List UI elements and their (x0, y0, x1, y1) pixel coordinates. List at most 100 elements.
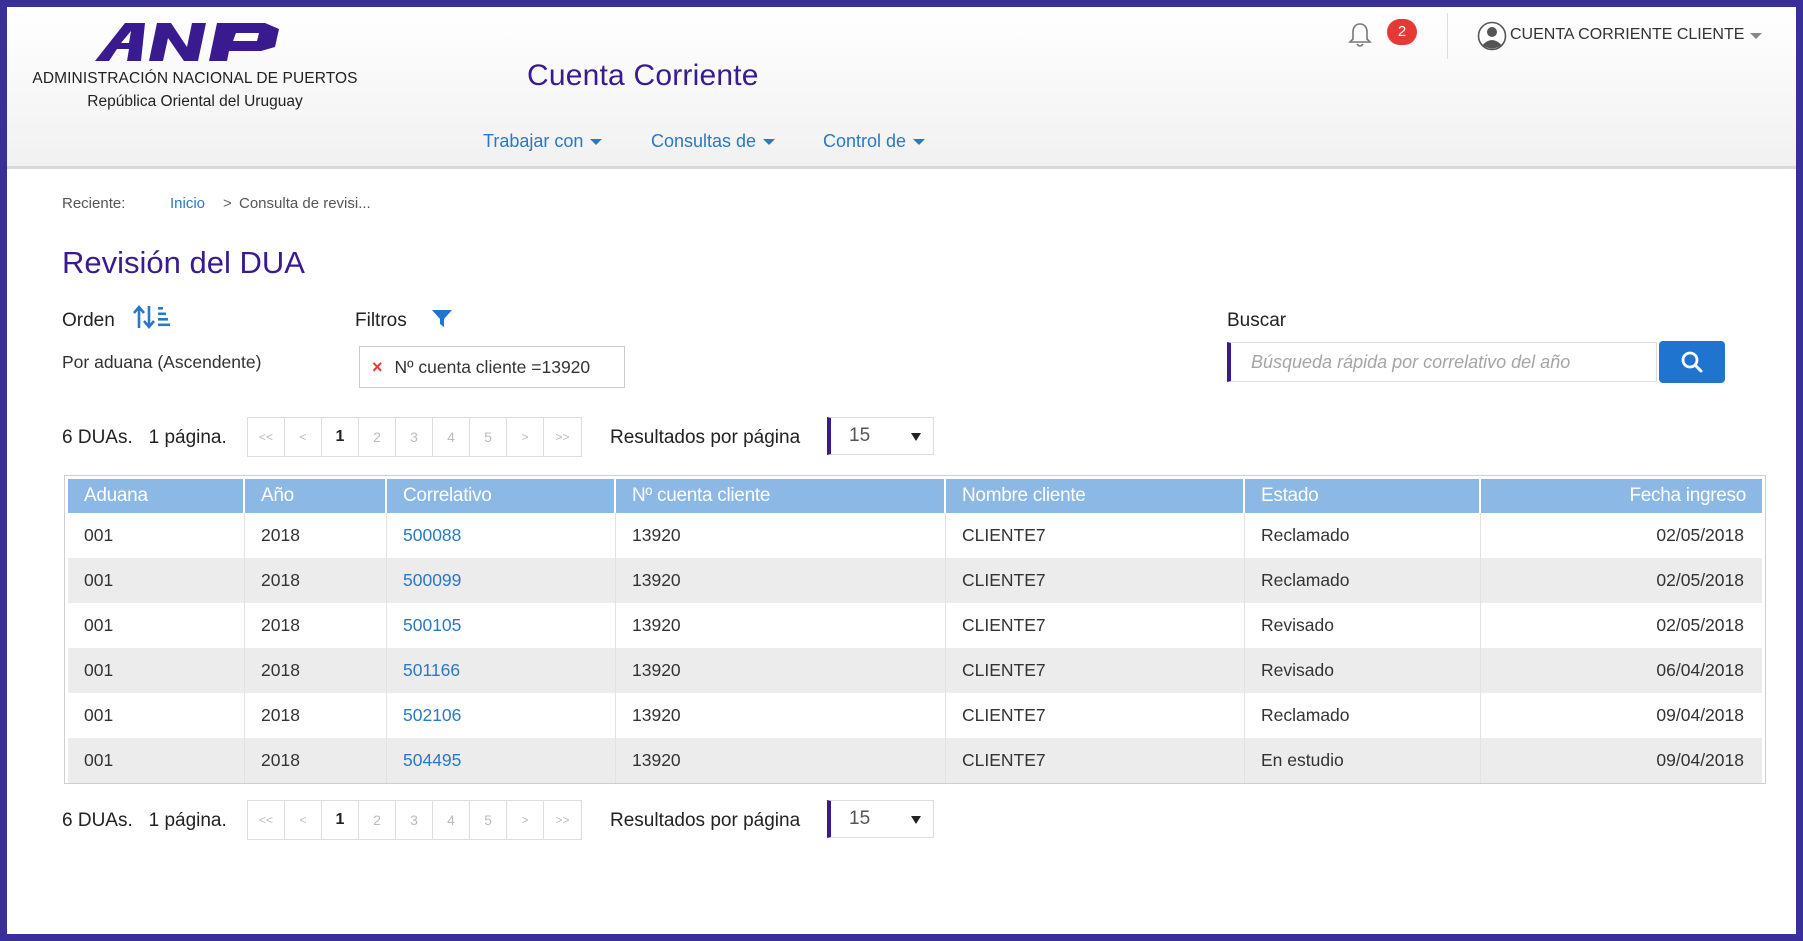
cell-nombre-cliente: CLIENTE7 (946, 693, 1245, 738)
cell-fecha-ingreso: 09/04/2018 (1656, 705, 1744, 725)
app-title: Cuenta Corriente (527, 59, 759, 92)
correlativo-link[interactable]: 500088 (403, 525, 461, 545)
col-header-nombre-cliente[interactable]: Nombre cliente (946, 479, 1245, 513)
user-menu[interactable]: CUENTA CORRIENTE CLIENTE (1510, 26, 1744, 44)
page-3-button[interactable]: 3 (396, 801, 433, 839)
nav-label: Control de (823, 131, 907, 151)
search-button[interactable] (1659, 341, 1725, 383)
cell-correlativo: 501166 (387, 648, 616, 693)
cell-aduana: 001 (68, 738, 245, 783)
caret-down-icon (911, 816, 921, 824)
page-last-button[interactable]: >> (544, 801, 581, 839)
results-pages: 1 página. (148, 810, 227, 831)
nav-consultas-de[interactable]: Consultas de (651, 131, 776, 152)
table-row: 001 2018 504495 13920 CLIENTE7 En estudi… (68, 738, 1762, 783)
correlativo-link[interactable]: 500105 (403, 615, 461, 635)
rpp-value: 15 (849, 808, 871, 829)
user-avatar-icon[interactable] (1477, 21, 1507, 51)
col-header-aduana[interactable]: Aduana (68, 479, 245, 513)
col-header-cuenta-cliente[interactable]: Nº cuenta cliente (616, 479, 946, 513)
page-next-button[interactable]: > (507, 801, 544, 839)
cell-nombre-cliente: CLIENTE7 (946, 603, 1245, 648)
cell-estado: En estudio (1245, 738, 1481, 783)
rpp-select[interactable]: 15 (827, 417, 934, 455)
correlativo-link[interactable]: 501166 (403, 660, 460, 680)
sort-order-icon[interactable] (133, 304, 171, 330)
page-5-button[interactable]: 5 (470, 801, 507, 839)
caret-down-icon (911, 433, 921, 441)
header: ADMINISTRACIÓN NACIONAL DE PUERTOS Repúb… (7, 7, 1796, 169)
cell-aduana: 001 (68, 558, 245, 603)
cell-anio: 2018 (245, 558, 387, 603)
breadcrumb-current: Consulta de revisi... (239, 195, 371, 212)
rpp-value: 15 (849, 425, 871, 446)
cell-cuenta-cliente: 13920 (616, 513, 946, 558)
page-1-button[interactable]: 1 (322, 418, 359, 456)
cell-aduana: 001 (68, 648, 245, 693)
cell-nombre-cliente: CLIENTE7 (946, 513, 1245, 558)
col-header-fecha-ingreso[interactable]: Fecha ingreso (1481, 479, 1762, 513)
cell-cuenta-cliente: 13920 (616, 603, 946, 648)
pagination-top: << < 1 2 3 4 5 > >> (247, 417, 582, 457)
table-row: 001 2018 500105 13920 CLIENTE7 Revisado … (68, 603, 1762, 648)
page-2-button[interactable]: 2 (359, 801, 396, 839)
results-count: 6 DUAs. (62, 427, 133, 448)
page-4-button[interactable]: 4 (433, 418, 470, 456)
page-1-button[interactable]: 1 (322, 801, 359, 839)
page-2-button[interactable]: 2 (359, 418, 396, 456)
notification-badge[interactable]: 2 (1387, 19, 1417, 45)
cell-correlativo: 500105 (387, 603, 616, 648)
page-3-button[interactable]: 3 (396, 418, 433, 456)
nav-control-de[interactable]: Control de (823, 131, 926, 152)
rpp-select-bottom[interactable]: 15 (827, 800, 934, 838)
order-label: Orden (62, 310, 115, 331)
correlativo-link[interactable]: 502106 (403, 705, 461, 725)
page-first-button[interactable]: << (248, 801, 285, 839)
cell-anio: 2018 (245, 693, 387, 738)
search-icon (1681, 351, 1703, 373)
breadcrumb-home-link[interactable]: Inicio (170, 195, 205, 212)
rpp-label: Resultados por página (610, 427, 801, 448)
page-4-button[interactable]: 4 (433, 801, 470, 839)
correlativo-link[interactable]: 504495 (403, 750, 461, 770)
cell-cuenta-cliente: 13920 (616, 648, 946, 693)
page-last-button[interactable]: >> (544, 418, 581, 456)
cell-estado: Reclamado (1245, 513, 1481, 558)
page-title: Revisión del DUA (62, 245, 305, 280)
page-prev-button[interactable]: < (285, 801, 322, 839)
cell-aduana: 001 (68, 603, 245, 648)
nav-trabajar-con[interactable]: Trabajar con (483, 131, 603, 152)
search-label: Buscar (1227, 310, 1287, 331)
cell-fecha-ingreso: 09/04/2018 (1481, 738, 1762, 783)
correlativo-link[interactable]: 500099 (403, 570, 461, 590)
org-country: República Oriental del Uruguay (87, 93, 303, 110)
cell-correlativo: 500088 (387, 513, 616, 558)
order-value: Por aduana (Ascendente) (62, 352, 262, 372)
table-row: 001 2018 500099 13920 CLIENTE7 Reclamado… (68, 558, 1762, 603)
filter-icon[interactable] (431, 309, 453, 329)
user-caret-down-icon[interactable] (1750, 33, 1762, 39)
caret-down-icon (590, 138, 603, 145)
col-header-anio[interactable]: Año (245, 479, 387, 513)
search-input[interactable] (1227, 342, 1657, 382)
rpp-label-bottom: Resultados por página (610, 810, 801, 831)
nav-label: Consultas de (651, 131, 757, 151)
cell-correlativo: 504495 (387, 738, 616, 783)
cell-anio: 2018 (245, 513, 387, 558)
cell-aduana: 001 (68, 693, 245, 738)
cell-anio: 2018 (245, 648, 387, 693)
page-prev-button[interactable]: < (285, 418, 322, 456)
caret-down-icon (763, 138, 776, 145)
filter-chip-text: Nº cuenta cliente =13920 (394, 356, 591, 377)
cell-aduana: 001 (68, 513, 245, 558)
results-count: 6 DUAs. (62, 810, 133, 831)
col-header-estado[interactable]: Estado (1245, 479, 1481, 513)
bell-icon[interactable] (1347, 21, 1373, 49)
page-next-button[interactable]: > (507, 418, 544, 456)
anp-logo[interactable] (95, 21, 285, 63)
page-5-button[interactable]: 5 (470, 418, 507, 456)
page-first-button[interactable]: << (248, 418, 285, 456)
col-header-correlativo[interactable]: Correlativo (387, 479, 616, 513)
remove-filter-icon[interactable]: × (372, 357, 383, 378)
results-pages: 1 página. (148, 427, 227, 448)
